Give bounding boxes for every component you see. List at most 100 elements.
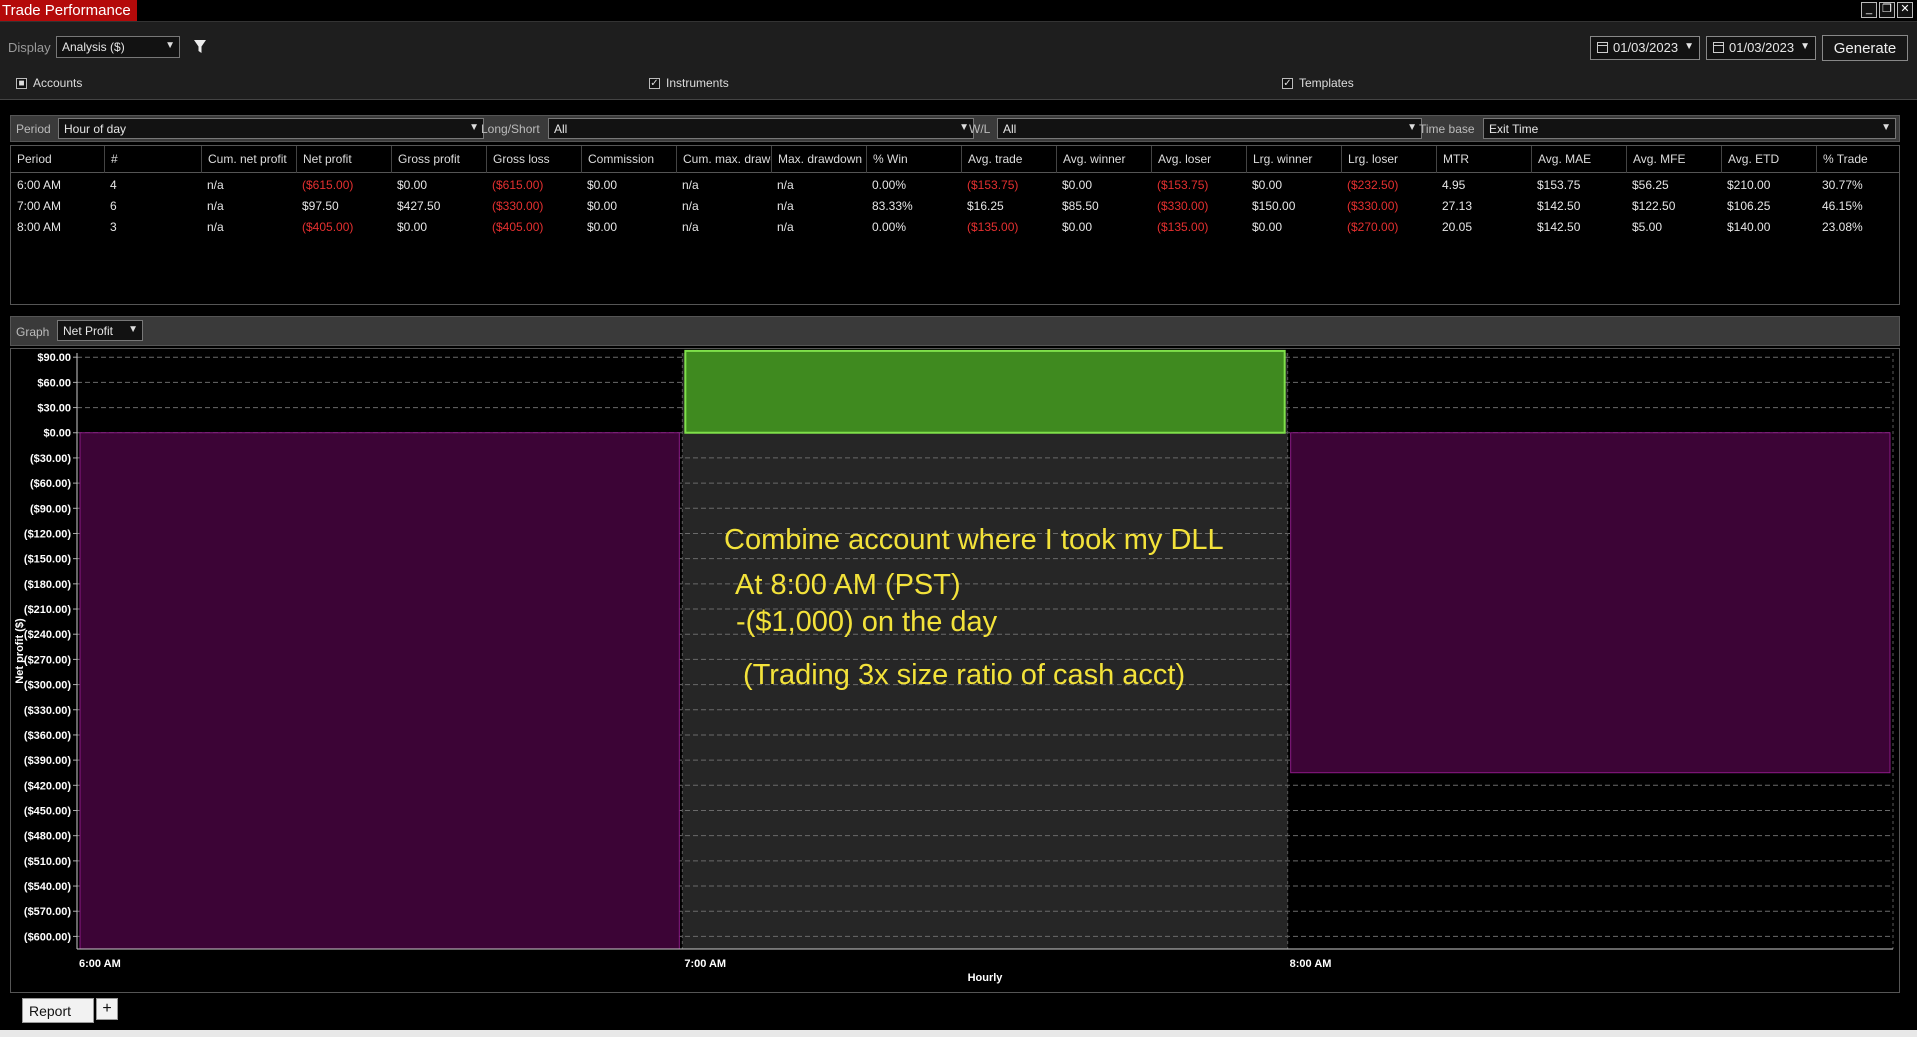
table-cell: 83.33% (872, 199, 913, 213)
table-cell: $153.75 (1537, 178, 1581, 192)
chevron-down-icon: ▼ (165, 40, 175, 51)
y-tick-label: ($150.00) (24, 554, 71, 566)
table-cell: $150.00 (1252, 199, 1296, 213)
y-tick-label: ($90.00) (30, 503, 71, 515)
column-header[interactable]: Cum. max. drawdown (676, 146, 771, 173)
templates-label: Templates (1299, 76, 1354, 90)
table-cell: n/a (777, 220, 794, 234)
instruments-label: Instruments (666, 76, 729, 90)
column-header[interactable]: Lrg. winner (1246, 146, 1341, 173)
graph-select-value: Net Profit (63, 324, 114, 338)
y-tick-label: ($360.00) (24, 730, 71, 742)
table-cell: 30.77% (1822, 178, 1863, 192)
column-header[interactable]: MTR (1436, 146, 1531, 173)
table-cell: n/a (777, 178, 794, 192)
period-label: Period (16, 122, 51, 136)
column-header[interactable]: Avg. MFE (1626, 146, 1721, 173)
column-header[interactable]: Gross loss (486, 146, 581, 173)
table-cell: ($135.00) (967, 220, 1019, 234)
period-select-value: Hour of day (64, 122, 127, 136)
table-cell: ($153.75) (967, 178, 1019, 192)
column-header[interactable]: Avg. loser (1151, 146, 1246, 173)
y-tick-label: ($330.00) (24, 705, 71, 717)
window-controls: _ ❐ ✕ (1861, 2, 1913, 18)
table-cell: $56.25 (1632, 178, 1669, 192)
column-header[interactable]: % Win (866, 146, 961, 173)
y-tick-label: ($60.00) (30, 478, 71, 490)
table-cell: $97.50 (302, 199, 339, 213)
tab-report[interactable]: Report (22, 998, 94, 1023)
minimize-button[interactable]: _ (1861, 2, 1877, 18)
chevron-down-icon: ▼ (1407, 122, 1417, 133)
window-title: Trade Performance (0, 0, 137, 21)
table-cell: 27.13 (1442, 199, 1473, 213)
table-cell: ($153.75) (1157, 178, 1209, 192)
y-tick-label: $0.00 (43, 428, 71, 440)
table-cell: ($330.00) (1347, 199, 1399, 213)
table-cell: ($330.00) (1157, 199, 1209, 213)
table-cell: ($615.00) (492, 178, 544, 192)
table-cell: 6:00 AM (17, 178, 62, 192)
table-cell: $0.00 (397, 220, 428, 234)
table-cell: n/a (207, 178, 224, 192)
column-header[interactable]: Net profit (296, 146, 391, 173)
column-header[interactable]: Period (11, 146, 104, 173)
table-cell: ($330.00) (492, 199, 544, 213)
y-tick-label: ($540.00) (24, 881, 71, 893)
column-header[interactable]: Lrg. loser (1341, 146, 1436, 173)
checkbox-checked-icon: ✓ (1282, 77, 1293, 89)
table-cell: $0.00 (397, 178, 428, 192)
accounts-checkbox[interactable]: ■ Accounts (16, 76, 82, 90)
column-header[interactable]: Commission (581, 146, 676, 173)
wl-select[interactable]: All ▼ (997, 118, 1422, 139)
chart-annotation: (Trading 3x size ratio of cash acct) (743, 659, 1185, 691)
y-tick-label: ($510.00) (24, 856, 71, 868)
selected-period-band (682, 353, 1288, 949)
restore-button[interactable]: ❐ (1879, 2, 1895, 18)
column-header[interactable]: Gross profit (391, 146, 486, 173)
y-tick-label: ($30.00) (30, 453, 71, 465)
table-cell: $16.25 (967, 199, 1004, 213)
column-header[interactable]: Avg. ETD (1721, 146, 1816, 173)
y-tick-label: $60.00 (37, 377, 71, 389)
graph-bar: Graph Net Profit ▼ (10, 316, 1900, 346)
instruments-checkbox[interactable]: ✓ Instruments (649, 76, 729, 90)
table-cell: n/a (682, 178, 699, 192)
table-cell: $85.50 (1062, 199, 1099, 213)
display-select[interactable]: Analysis ($) ▼ (56, 36, 180, 58)
templates-checkbox[interactable]: ✓ Templates (1282, 76, 1354, 90)
column-header[interactable]: Avg. winner (1056, 146, 1151, 173)
column-header[interactable]: Avg. trade (961, 146, 1056, 173)
column-header[interactable]: Max. drawdown (771, 146, 866, 173)
column-header[interactable]: Cum. net profit (201, 146, 296, 173)
table-cell: $427.50 (397, 199, 441, 213)
accounts-label: Accounts (33, 76, 83, 90)
date-from-picker[interactable]: 01/03/2023 ▼ (1590, 36, 1700, 60)
close-button[interactable]: ✕ (1897, 2, 1913, 18)
period-select[interactable]: Hour of day ▼ (58, 118, 484, 139)
timebase-select-value: Exit Time (1489, 122, 1539, 136)
timebase-select[interactable]: Exit Time ▼ (1483, 118, 1896, 139)
column-header[interactable]: # (104, 146, 201, 173)
y-tick-label: ($480.00) (24, 831, 71, 843)
wl-label: W/L (969, 122, 991, 136)
graph-label: Graph (16, 325, 50, 339)
table-cell: $0.00 (1062, 178, 1093, 192)
x-tick-label: 8:00 AM (1290, 958, 1332, 970)
table-cell: 20.05 (1442, 220, 1473, 234)
column-header[interactable]: Avg. MAE (1531, 146, 1626, 173)
graph-select[interactable]: Net Profit ▼ (57, 320, 143, 341)
date-to-picker[interactable]: 01/03/2023 ▼ (1706, 36, 1816, 60)
table-cell: $140.00 (1727, 220, 1771, 234)
chart-annotation: Combine account where I took my DLL (724, 524, 1224, 556)
generate-button[interactable]: Generate (1822, 35, 1908, 61)
column-header[interactable]: % Trade (1816, 146, 1901, 173)
filter-icon[interactable] (193, 38, 207, 56)
chevron-down-icon: ▼ (469, 122, 479, 133)
longshort-select[interactable]: All ▼ (548, 118, 974, 139)
table-cell: $0.00 (1062, 220, 1093, 234)
add-tab-button[interactable]: + (96, 998, 118, 1020)
performance-table: Period # Cum. net profit Net profit Gross pr… (10, 145, 1900, 305)
x-tick-label: 7:00 AM (684, 958, 726, 970)
chart-annotation: At 8:00 AM (PST) (735, 569, 961, 601)
